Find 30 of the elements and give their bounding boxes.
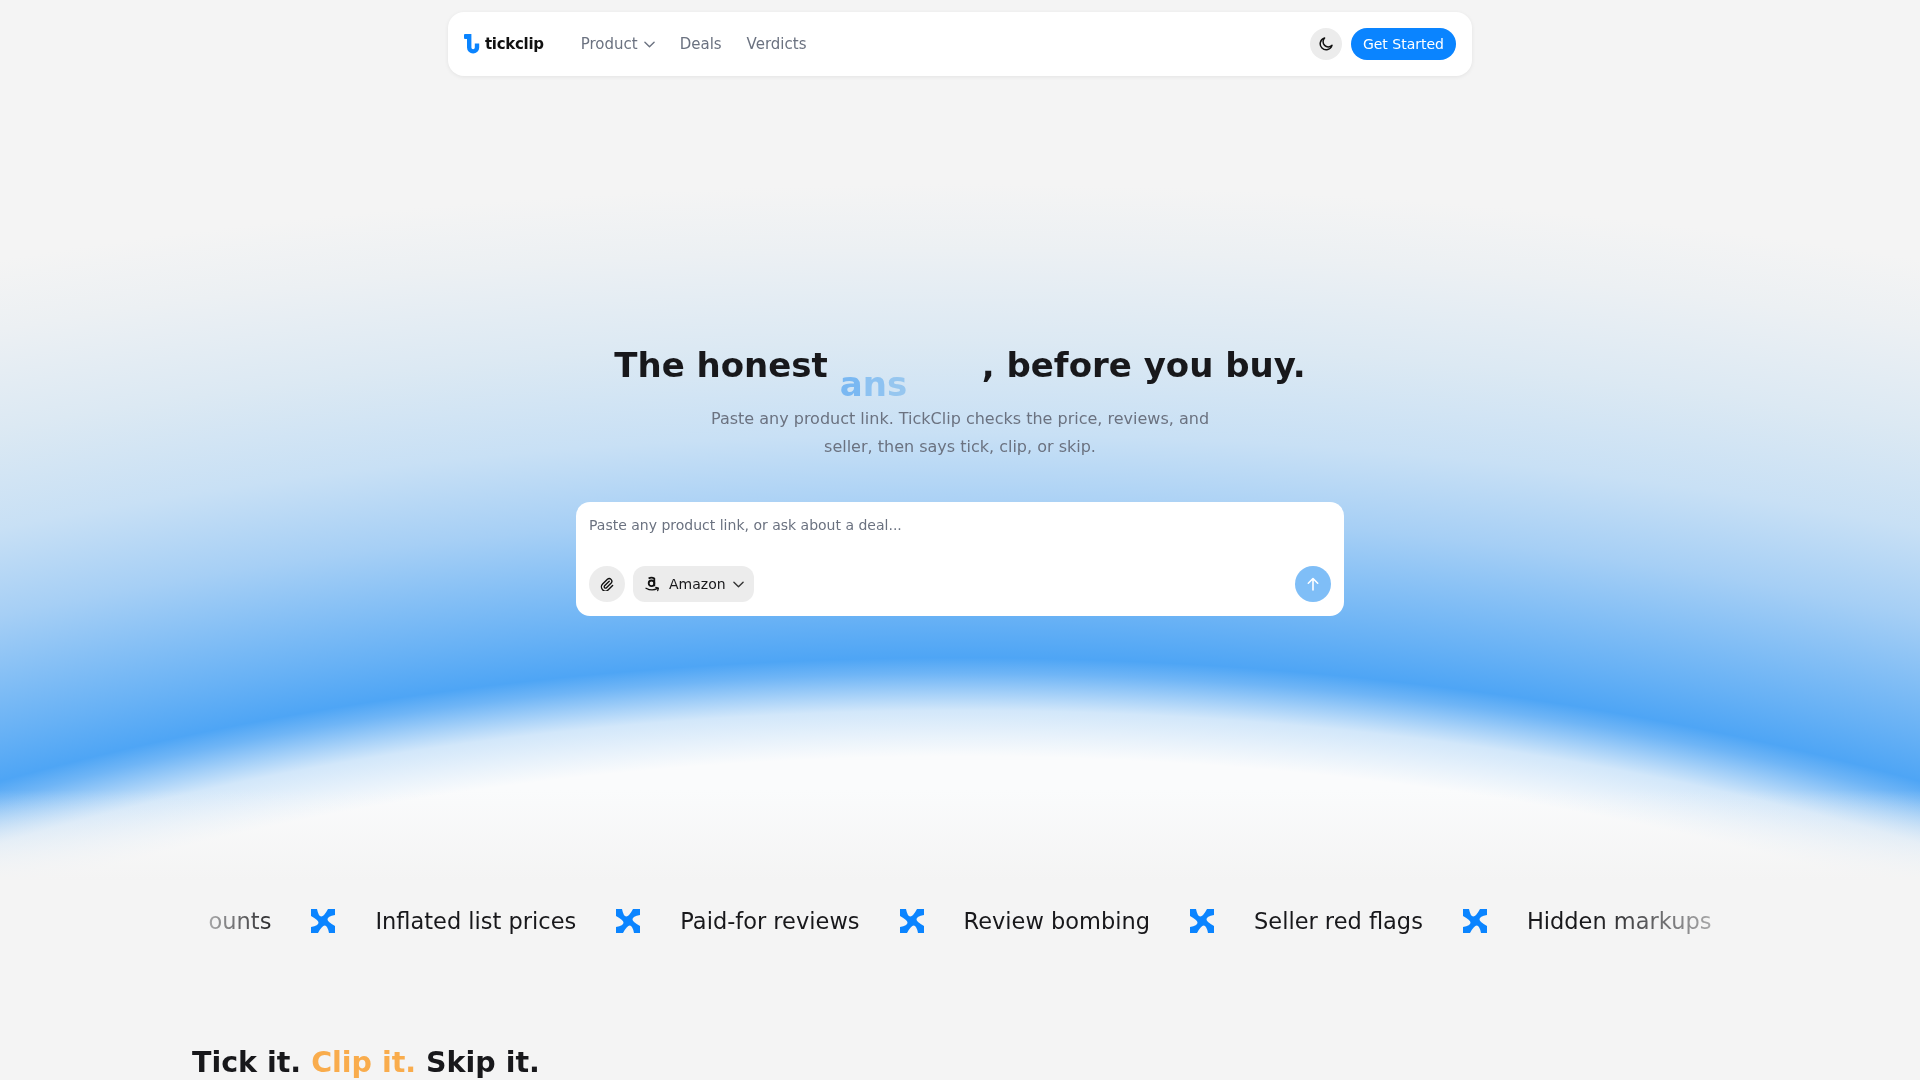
attach-button[interactable] bbox=[589, 566, 625, 602]
chevron-down-icon bbox=[643, 40, 655, 48]
hero-heading: The honest ans , before you buy. bbox=[614, 344, 1306, 406]
logo-icon bbox=[464, 33, 480, 55]
pinwheel-icon bbox=[616, 909, 641, 933]
marquee-item: Paid-for reviews bbox=[680, 907, 860, 936]
pinwheel-icon bbox=[311, 909, 336, 933]
marquee-item: Seller red flags bbox=[1254, 907, 1423, 936]
nav-link[interactable]: Deals bbox=[679, 35, 722, 53]
marquee-item: Inflated list prices bbox=[375, 907, 577, 936]
marquee-item: Hidden markups bbox=[1526, 907, 1712, 936]
chevron-down-icon bbox=[732, 580, 744, 588]
pinwheel-icon bbox=[899, 909, 924, 933]
nav-link[interactable]: Product bbox=[580, 35, 655, 53]
get-started-button[interactable]: Get Started bbox=[1350, 28, 1456, 60]
marquee-item: Review bombing bbox=[963, 907, 1150, 936]
pinwheel-icon bbox=[1462, 909, 1487, 933]
pinwheel-icon bbox=[1190, 909, 1214, 933]
arrow-up-icon bbox=[1307, 577, 1319, 591]
brand-name[interactable]: tickclip bbox=[485, 35, 544, 53]
store-dropdown[interactable]: Amazon bbox=[633, 566, 754, 602]
moon-icon bbox=[1318, 37, 1333, 51]
theme-toggle-button[interactable] bbox=[1309, 28, 1342, 60]
hero-subtitle: Paste any product link. TickClip checks the price, reviews, and seller, then says tick, clip, or skip. bbox=[709, 408, 1211, 458]
message-input[interactable]: Paste any product link, or ask about a deal... bbox=[589, 514, 1331, 536]
paperclip-icon bbox=[600, 577, 614, 591]
marquee-item: ounts bbox=[208, 907, 272, 936]
section-heading: Tick it. Clip it. Skip it. bbox=[192, 1046, 540, 1079]
nav-link[interactable]: Verdicts bbox=[746, 35, 807, 53]
store-logo-icon bbox=[645, 576, 660, 592]
